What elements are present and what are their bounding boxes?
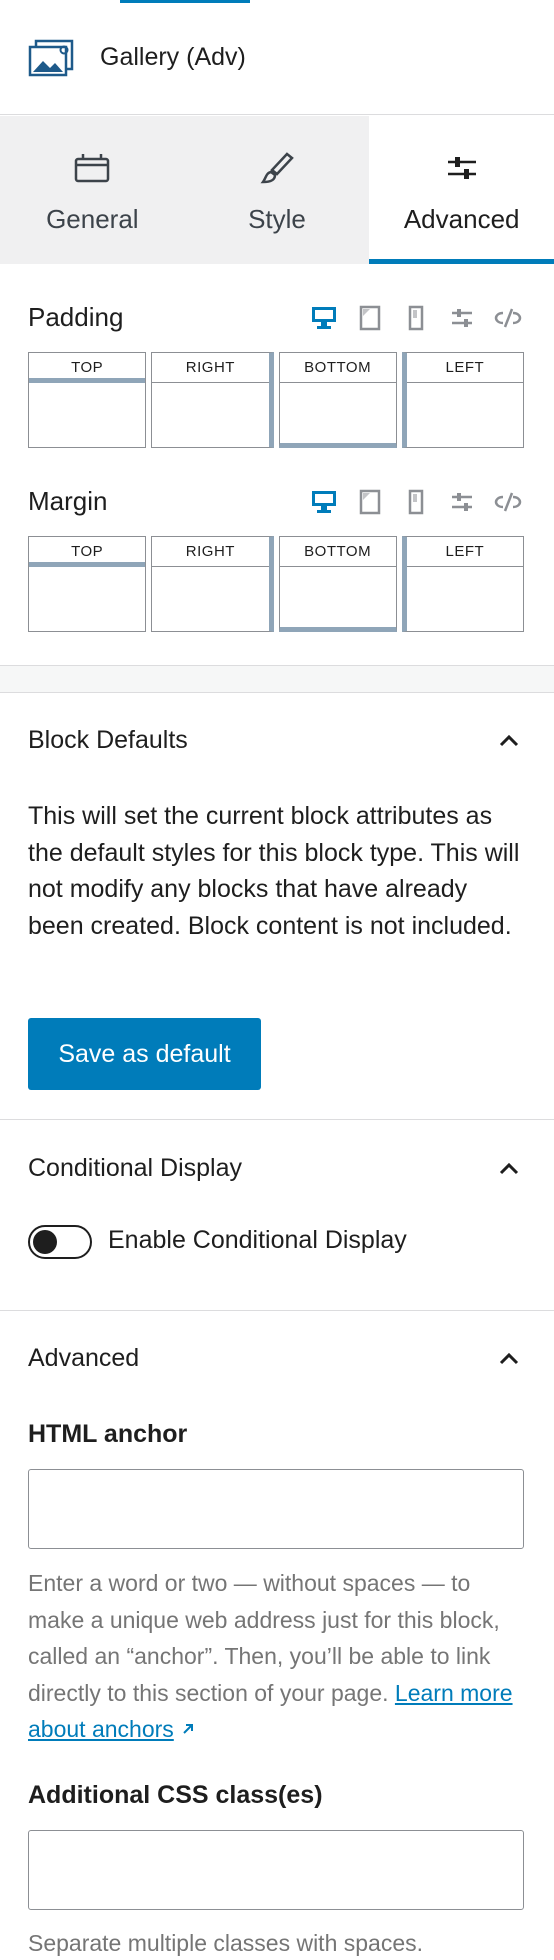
mobile-icon[interactable] [400, 303, 432, 333]
desktop-icon[interactable] [308, 303, 340, 333]
chevron-up-icon[interactable] [494, 1154, 524, 1184]
padding-bottom-field[interactable]: BOTTOM [278, 352, 397, 448]
conditional-display-toggle-label: Enable Conditional Display [108, 1226, 407, 1254]
tablet-icon[interactable] [354, 487, 386, 517]
tab-label: Style [248, 204, 306, 234]
box-label: BOTTOM [279, 353, 396, 383]
conditional-display-title: Conditional Display [28, 1154, 243, 1182]
margin-right-field[interactable]: RIGHT [151, 536, 274, 632]
margin-top-field[interactable]: TOP [28, 536, 147, 632]
block-defaults-header[interactable]: Block Defaults [28, 722, 526, 762]
conditional-display-header[interactable]: Conditional Display [28, 1150, 526, 1190]
box-label: TOP [29, 353, 146, 383]
padding-left-field[interactable]: LEFT [401, 352, 524, 448]
css-class-help: Separate multiple classes with spaces. [28, 1930, 424, 1956]
html-anchor-help: Enter a word or two — without spaces — t… [28, 1565, 528, 1748]
padding-label: Padding [28, 302, 124, 332]
toggle-knob [33, 1230, 57, 1254]
tablet-icon[interactable] [354, 303, 386, 333]
margin-bottom-field[interactable]: BOTTOM [278, 536, 397, 632]
box-label: RIGHT [152, 537, 269, 567]
mobile-icon[interactable] [400, 487, 432, 517]
advanced-header[interactable]: Advanced [28, 1340, 526, 1380]
block-title: Gallery (Adv) [100, 43, 246, 71]
tab-label: General [46, 204, 139, 234]
box-label: LEFT [406, 537, 523, 567]
html-anchor-input[interactable] [28, 1469, 524, 1549]
box-label: TOP [29, 537, 146, 567]
save-as-default-button[interactable]: Save as default [28, 1018, 261, 1090]
css-class-input[interactable] [28, 1830, 524, 1910]
unlink-icon[interactable] [492, 487, 524, 517]
tab-advanced[interactable]: Advanced [369, 116, 554, 264]
unlink-icon[interactable] [492, 303, 524, 333]
settings-sliders-icon[interactable] [446, 487, 478, 517]
tab-general[interactable]: General [0, 116, 185, 264]
brush-icon [257, 151, 297, 185]
separator [0, 1310, 554, 1311]
block-defaults-description: This will set the current block attribut… [28, 802, 520, 940]
margin-label: Margin [28, 486, 108, 516]
margin-control: Margin TOP RIGHT BOTTOM LEFT [28, 484, 524, 632]
html-anchor-label: HTML anchor [28, 1420, 188, 1448]
chevron-up-icon[interactable] [494, 726, 524, 756]
padding-top-field[interactable]: TOP [28, 352, 147, 448]
block-card: Gallery (Adv) [0, 3, 554, 115]
conditional-display-toggle[interactable] [28, 1225, 92, 1259]
padding-control: Padding TOP RIGHT BOTTOM LEFT [28, 300, 524, 448]
margin-left-field[interactable]: LEFT [401, 536, 524, 632]
padding-right-field[interactable]: RIGHT [151, 352, 274, 448]
settings-sliders-icon[interactable] [446, 303, 478, 333]
gallery-image-icon [28, 39, 76, 79]
box-label: RIGHT [152, 353, 269, 383]
tab-label: Advanced [403, 204, 520, 234]
desktop-icon[interactable] [308, 487, 340, 517]
general-panel-icon [72, 151, 112, 185]
chevron-up-icon[interactable] [494, 1344, 524, 1374]
box-label: LEFT [406, 353, 523, 383]
section-divider [0, 665, 554, 693]
box-label: BOTTOM [279, 537, 396, 567]
block-defaults-title: Block Defaults [28, 726, 188, 754]
external-link-icon [180, 1716, 196, 1742]
inspector-tabs: General Style Advanced [0, 116, 554, 264]
tab-style[interactable]: Style [184, 116, 370, 264]
separator [0, 1119, 554, 1120]
sliders-icon [442, 151, 482, 185]
css-class-label: Additional CSS class(es) [28, 1781, 323, 1809]
advanced-title: Advanced [28, 1344, 140, 1372]
